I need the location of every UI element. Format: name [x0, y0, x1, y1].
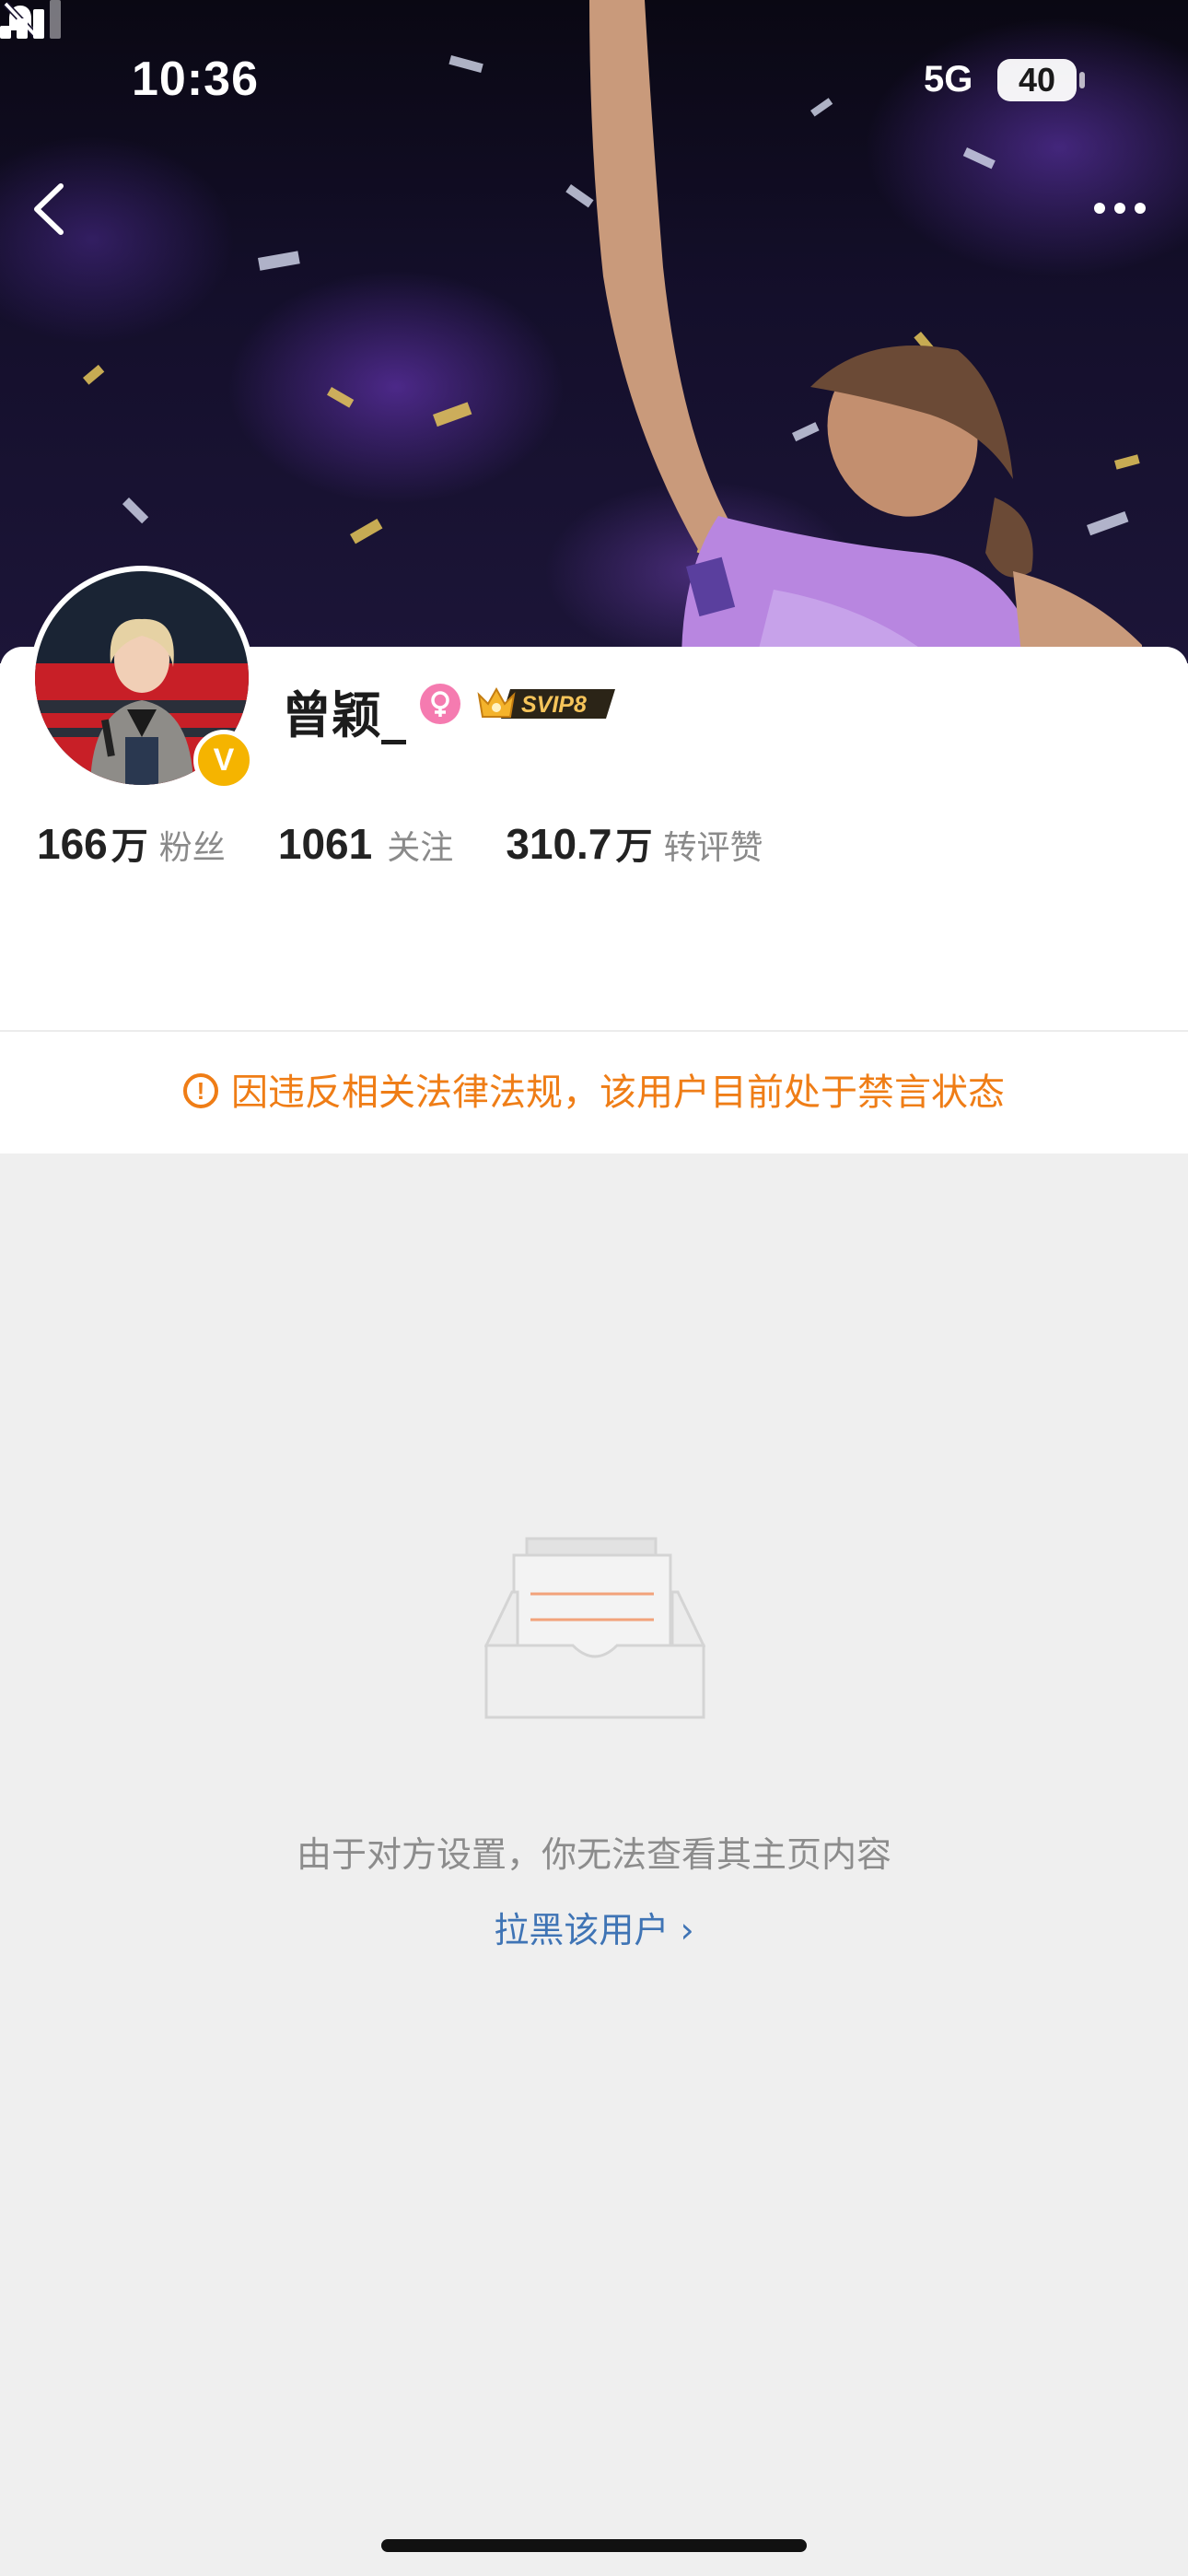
more-horizontal-icon — [1094, 203, 1146, 214]
battery-icon: 40 — [997, 59, 1077, 101]
verified-badge: V — [193, 730, 254, 790]
ban-notice-text: 因违反相关法律法规，该用户目前处于禁言状态 — [231, 1071, 1005, 1114]
username: 曾颖_ — [282, 686, 406, 744]
female-icon — [420, 684, 460, 724]
battery-level: 40 — [1018, 61, 1056, 99]
profile-stats: 166 万粉丝 1061 关注 310.7 万转评赞 — [37, 816, 810, 870]
chevron-left-icon — [34, 183, 64, 235]
block-user-link[interactable]: 拉黑该用户 › — [0, 1902, 1188, 1952]
svip-badge-label: SVIP8 — [521, 692, 587, 718]
stat-following[interactable]: 1061 关注 — [278, 819, 453, 869]
stat-label: 转评赞 — [663, 829, 763, 867]
stat-label: 粉丝 — [158, 829, 226, 867]
ban-notice: ! 因违反相关法律法规，该用户目前处于禁言状态 — [0, 1032, 1188, 1153]
stat-value: 1061 — [277, 820, 373, 868]
stat-followers[interactable]: 166 万粉丝 — [37, 816, 226, 870]
stat-unit: 万 — [615, 825, 653, 868]
cellular-signal-icon — [0, 0, 61, 39]
network-type: 5G — [924, 59, 973, 100]
stat-unit: 万 — [111, 825, 148, 868]
stat-label: 关注 — [387, 829, 454, 867]
more-options-button[interactable] — [1087, 190, 1153, 227]
empty-inbox-icon — [484, 1537, 705, 1719]
home-indicator[interactable] — [381, 2539, 807, 2552]
stat-value: 310.7 — [506, 820, 612, 868]
status-time: 10:36 — [132, 53, 259, 106]
stat-interactions[interactable]: 310.7 万转评赞 — [506, 816, 763, 870]
stat-value: 166 — [37, 820, 108, 868]
back-button[interactable] — [24, 177, 76, 241]
svip-badge[interactable]: SVIP8 — [473, 680, 621, 730]
warning-icon: ! — [183, 1073, 218, 1108]
battery-tip — [1079, 72, 1085, 88]
empty-state-message: 由于对方设置，你无法查看其主页内容 — [296, 1834, 891, 1875]
svip-crown-badge: SVIP8 — [477, 686, 615, 719]
cover-photo: 10:36 5G 40 — [0, 0, 1188, 663]
female-symbol — [431, 691, 449, 717]
